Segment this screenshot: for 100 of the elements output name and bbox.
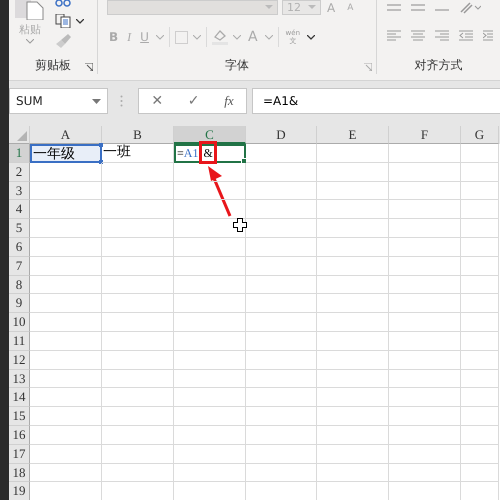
table-cell[interactable] (174, 256, 246, 276)
table-cell[interactable] (246, 464, 317, 482)
table-cell[interactable] (174, 162, 246, 182)
drag-handle-icon[interactable] (120, 95, 123, 107)
column-header[interactable]: E (317, 126, 389, 144)
row-header[interactable]: 10 (9, 313, 30, 332)
table-cell[interactable] (461, 256, 499, 276)
borders-icon[interactable] (174, 30, 188, 44)
table-cell[interactable] (317, 276, 389, 294)
table-cell[interactable] (389, 444, 461, 464)
table-cell[interactable] (30, 162, 102, 182)
table-cell[interactable] (461, 276, 499, 294)
table-cell[interactable] (102, 350, 174, 370)
row-header[interactable]: 3 (9, 182, 30, 200)
table-cell[interactable] (30, 370, 102, 388)
table-cell[interactable] (389, 144, 461, 163)
table-cell[interactable] (30, 182, 102, 200)
table-cell[interactable] (317, 407, 389, 426)
row-header[interactable]: 19 (9, 482, 30, 500)
table-cell[interactable] (102, 426, 174, 445)
column-header[interactable]: F (389, 126, 461, 144)
table-cell[interactable] (389, 219, 461, 238)
table-cell[interactable] (102, 256, 174, 276)
table-cell[interactable] (246, 313, 317, 332)
align-top-icon[interactable] (387, 4, 401, 12)
dialog-launcher-icon[interactable] (85, 63, 93, 71)
table-cell[interactable] (174, 350, 246, 370)
row-header[interactable]: 2 (9, 162, 30, 182)
table-cell[interactable] (461, 407, 499, 426)
column-header[interactable]: G (461, 126, 499, 144)
table-cell[interactable] (30, 276, 102, 294)
name-box[interactable]: SUM (9, 88, 108, 114)
table-cell[interactable] (461, 464, 499, 482)
table-cell[interactable] (174, 332, 246, 351)
table-cell[interactable] (389, 426, 461, 445)
table-cell[interactable] (461, 238, 499, 257)
table-cell[interactable] (461, 313, 499, 332)
table-cell[interactable] (174, 238, 246, 257)
enter-button[interactable]: ✓ (188, 93, 200, 109)
referenced-cell[interactable]: 一年级 (30, 144, 102, 163)
font-name-field[interactable] (107, 0, 278, 15)
table-cell[interactable] (461, 219, 499, 238)
table-cell[interactable] (246, 182, 317, 200)
table-cell[interactable] (174, 388, 246, 408)
table-cell[interactable] (174, 407, 246, 426)
table-cell[interactable] (30, 407, 102, 426)
row-header[interactable]: 8 (9, 276, 30, 294)
table-cell[interactable] (102, 162, 174, 182)
align-middle-icon[interactable] (411, 4, 425, 12)
table-cell[interactable] (461, 162, 499, 182)
table-cell[interactable] (461, 294, 499, 314)
table-cell[interactable] (102, 238, 174, 257)
table-cell[interactable]: 一班 (102, 144, 174, 163)
table-cell[interactable] (30, 238, 102, 257)
align-left-icon[interactable] (387, 30, 401, 42)
table-cell[interactable] (246, 200, 317, 220)
table-cell[interactable] (102, 444, 174, 464)
cancel-button[interactable]: ✕ (151, 93, 164, 109)
table-cell[interactable] (246, 276, 317, 294)
table-cell[interactable] (389, 388, 461, 408)
table-cell[interactable] (30, 332, 102, 351)
table-cell[interactable] (246, 350, 317, 370)
table-cell[interactable] (246, 238, 317, 257)
table-cell[interactable] (317, 162, 389, 182)
table-cell[interactable] (317, 219, 389, 238)
table-cell[interactable] (317, 294, 389, 314)
table-cell[interactable] (389, 350, 461, 370)
column-header[interactable]: C (174, 126, 246, 144)
row-header[interactable]: 14 (9, 388, 30, 408)
decrease-indent-icon[interactable] (459, 30, 473, 42)
column-header[interactable]: D (246, 126, 317, 144)
table-cell[interactable] (389, 182, 461, 200)
table-cell[interactable] (102, 407, 174, 426)
row-header[interactable]: 5 (9, 219, 30, 238)
table-cell[interactable] (389, 407, 461, 426)
table-cell[interactable] (174, 276, 246, 294)
table-cell[interactable] (102, 200, 174, 220)
table-cell[interactable] (102, 276, 174, 294)
table-cell[interactable] (102, 219, 174, 238)
table-cell[interactable] (102, 313, 174, 332)
table-cell[interactable] (461, 350, 499, 370)
table-cell[interactable] (389, 313, 461, 332)
table-cell[interactable] (102, 464, 174, 482)
table-cell[interactable] (317, 256, 389, 276)
row-header[interactable]: 15 (9, 407, 30, 426)
table-cell[interactable] (30, 200, 102, 220)
table-cell[interactable] (174, 182, 246, 200)
table-cell[interactable] (30, 464, 102, 482)
table-cell[interactable] (317, 313, 389, 332)
formula-field[interactable]: =A1& (252, 88, 500, 114)
row-header[interactable]: 6 (9, 238, 30, 257)
table-cell[interactable] (30, 219, 102, 238)
insert-function-button[interactable]: fx (224, 93, 234, 109)
table-cell[interactable] (461, 200, 499, 220)
row-header[interactable]: 11 (9, 332, 30, 351)
table-cell[interactable] (317, 182, 389, 200)
table-cell[interactable] (461, 388, 499, 408)
table-cell[interactable] (246, 444, 317, 464)
table-cell[interactable] (317, 238, 389, 257)
table-cell[interactable] (389, 200, 461, 220)
